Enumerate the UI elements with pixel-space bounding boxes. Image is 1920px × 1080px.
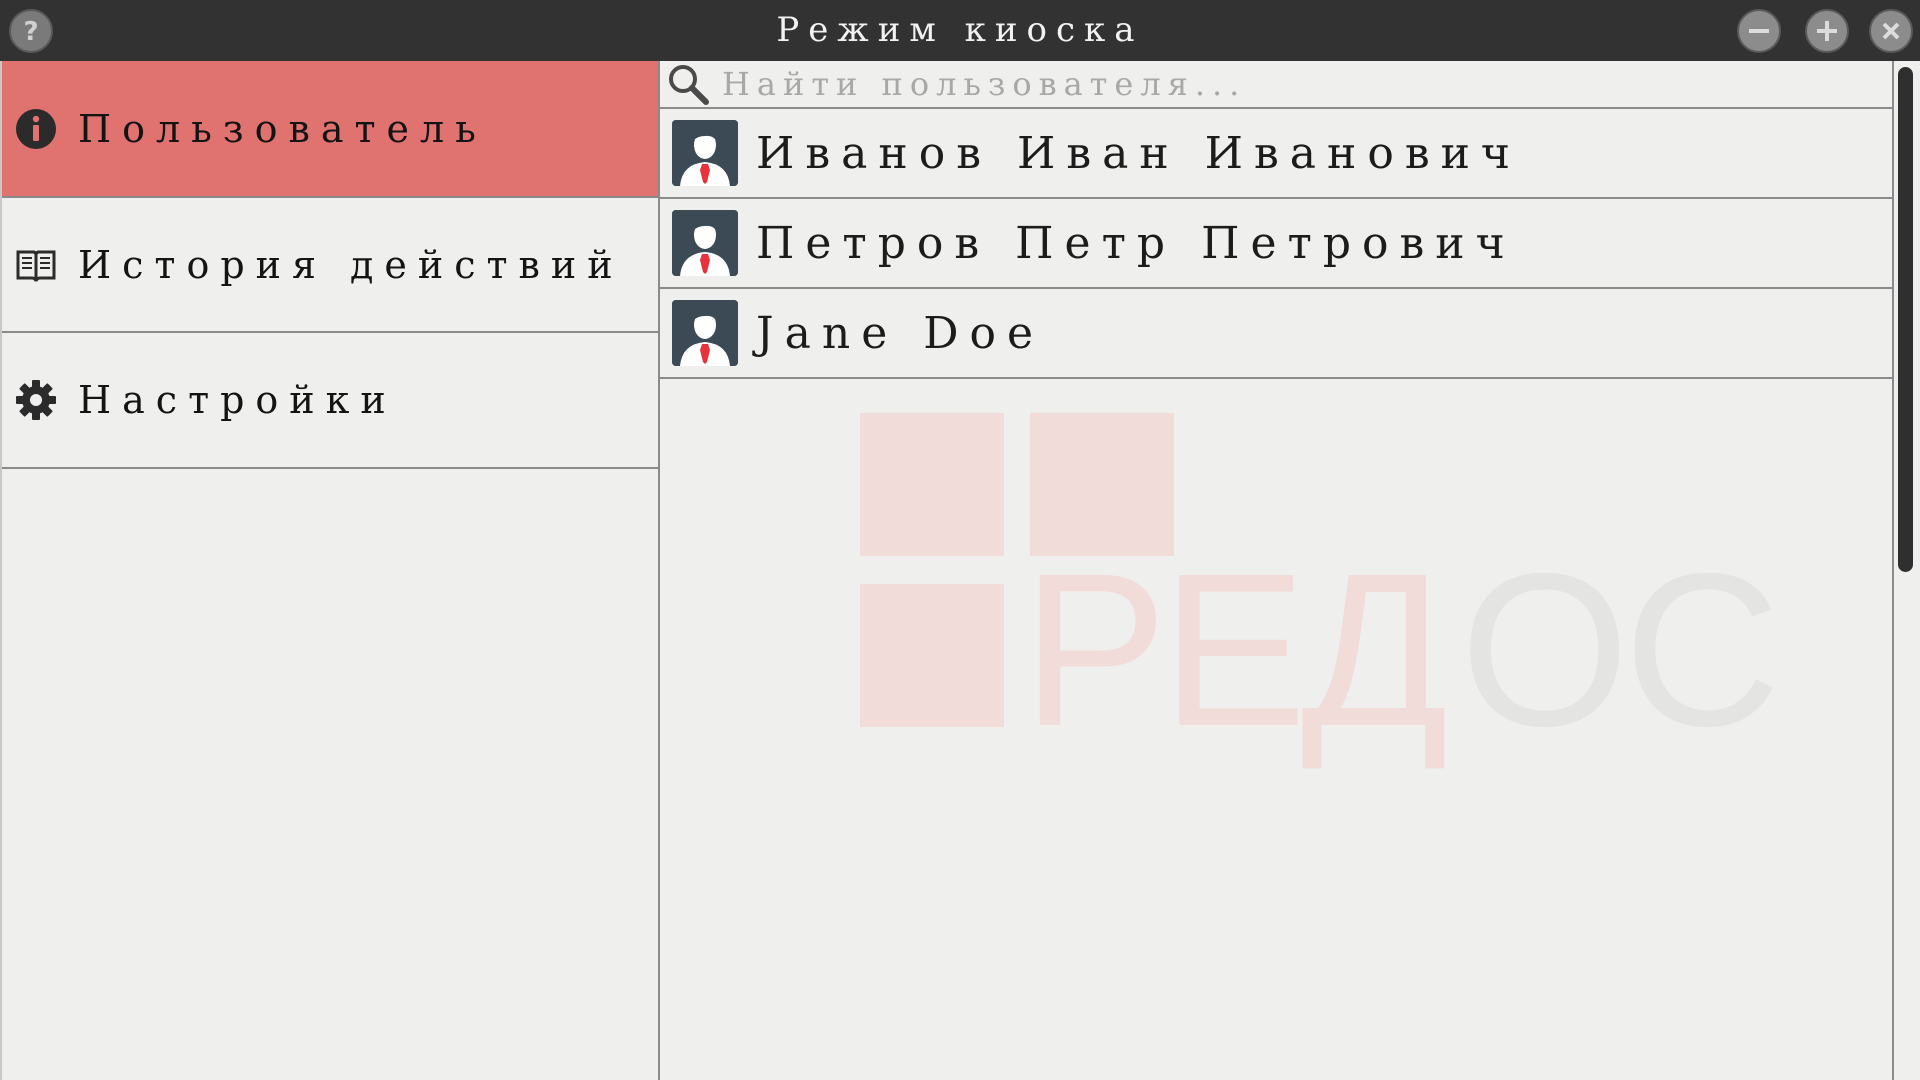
list-item[interactable]: Петров Петр Петрович <box>660 199 1892 289</box>
svg-text:ОС: ОС <box>1460 529 1775 772</box>
sidebar-item-label: Настройки <box>78 378 397 422</box>
svg-text:?: ? <box>23 17 38 45</box>
maximize-button[interactable] <box>1805 9 1849 53</box>
minus-icon <box>1749 29 1769 33</box>
gear-icon <box>14 378 58 422</box>
vertical-scrollbar[interactable] <box>1892 61 1920 1080</box>
user-name: Иванов Иван Иванович <box>756 127 1522 179</box>
help-button[interactable]: ? <box>9 9 53 53</box>
close-icon <box>1882 22 1900 40</box>
plus-icon <box>1817 21 1837 41</box>
user-list: Иванов Иван Иванович Петров Петр Петрови… <box>660 109 1892 379</box>
book-icon <box>14 243 58 287</box>
title-bar: Режим киоска ? <box>0 0 1920 61</box>
info-icon <box>14 107 58 151</box>
user-name: Jane Doe <box>756 307 1045 359</box>
search-bar <box>660 61 1892 109</box>
watermark-text: РЕД <box>1022 529 1445 772</box>
kiosk-window: Режим киоска ? Пользователь История дейс… <box>0 0 1920 1080</box>
scrollbar-thumb[interactable] <box>1898 67 1913 572</box>
user-avatar-icon <box>672 120 738 186</box>
search-input[interactable] <box>720 63 1874 105</box>
sidebar-item-history[interactable]: История действий <box>2 198 658 333</box>
window-title: Режим киоска <box>776 10 1144 50</box>
sidebar-item-settings[interactable]: Настройки <box>2 333 658 469</box>
minimize-button[interactable] <box>1737 9 1781 53</box>
sidebar-item-label: История действий <box>78 242 624 287</box>
help-icon: ? <box>23 17 38 45</box>
user-avatar-icon <box>672 300 738 366</box>
close-button[interactable] <box>1869 9 1913 53</box>
scrollbar-divider <box>1892 61 1894 1080</box>
user-name: Петров Петр Петрович <box>756 217 1516 269</box>
sidebar-item-user[interactable]: Пользователь <box>2 61 658 198</box>
users-panel: РЕД ОС Найти пользователя... Иванов Иван… <box>660 61 1892 1080</box>
list-item[interactable]: Jane Doe <box>660 289 1892 379</box>
user-avatar-icon <box>672 210 738 276</box>
search-icon <box>666 62 710 106</box>
list-item[interactable]: Иванов Иван Иванович <box>660 109 1892 199</box>
sidebar: Пользователь История действий Настройки <box>0 61 660 1080</box>
sidebar-item-label: Пользователь <box>78 106 487 151</box>
